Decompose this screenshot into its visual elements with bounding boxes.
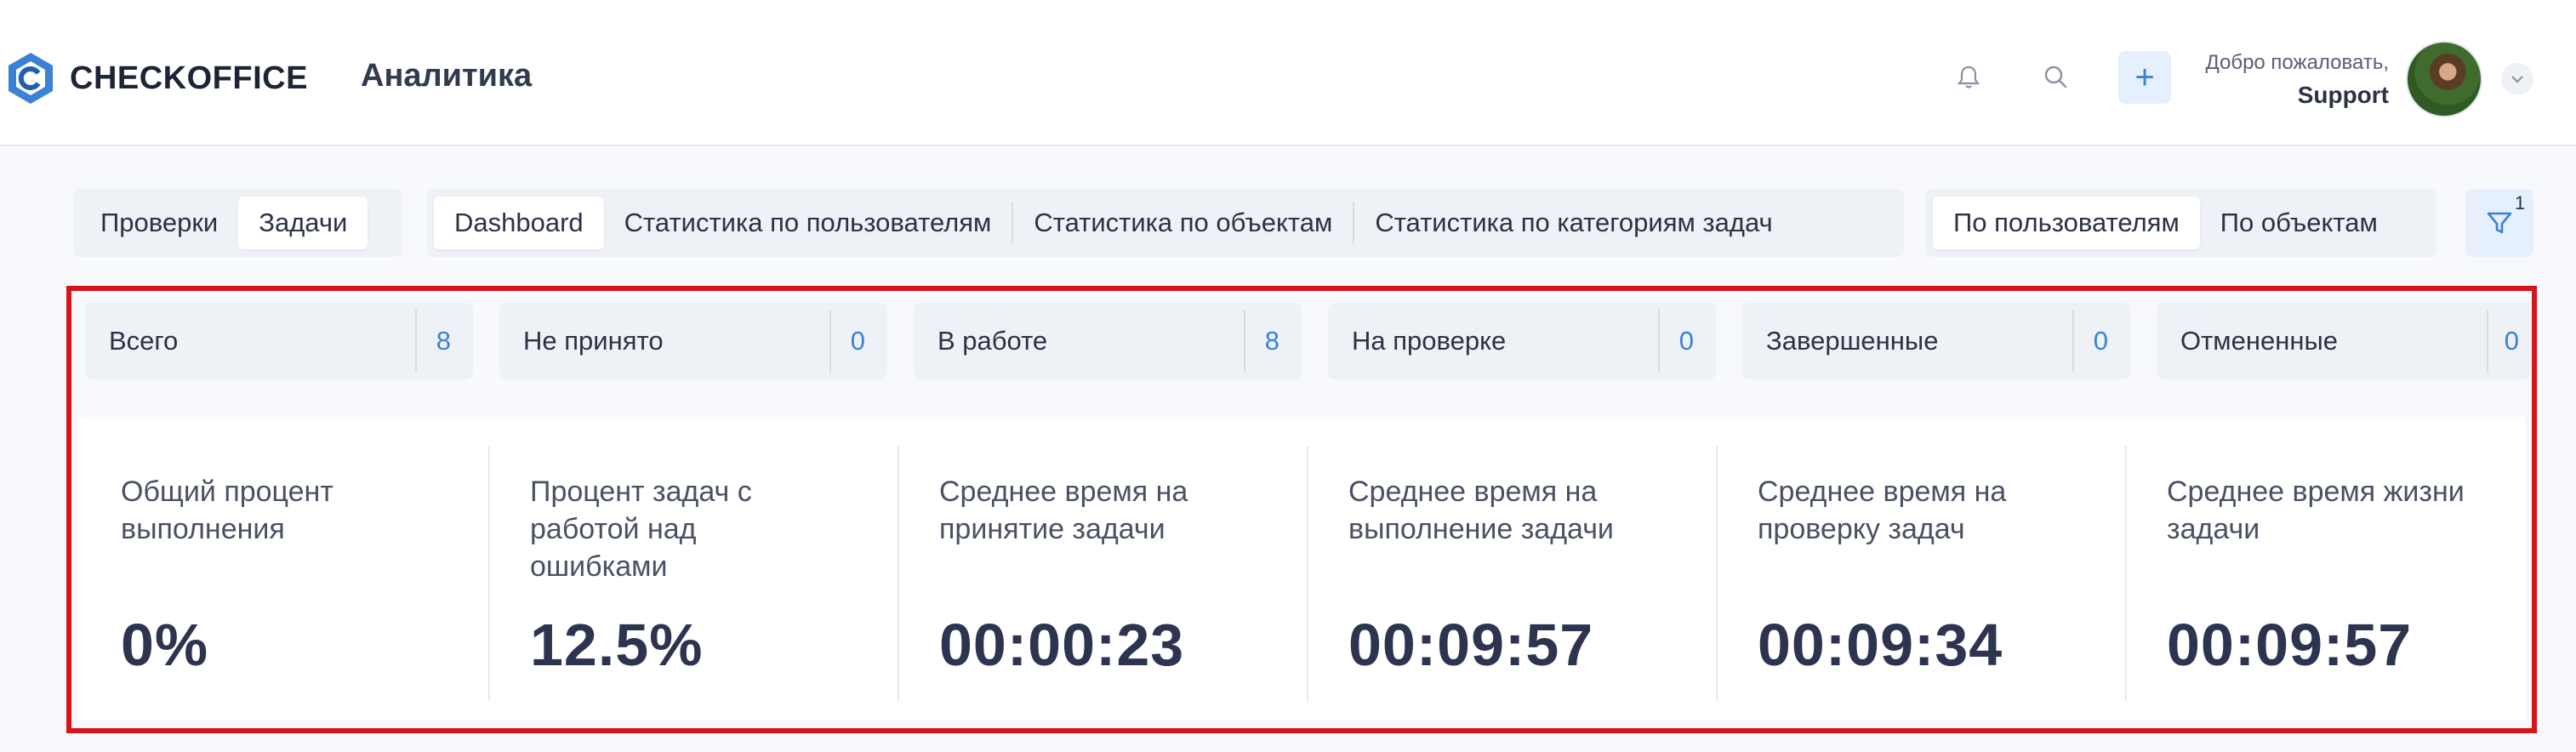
user-menu-toggle[interactable] — [2501, 63, 2533, 95]
kpi-label: Среднее время жизни задачи — [2167, 476, 2465, 545]
tab-stats-users[interactable]: Статистика по пользователям — [604, 197, 1012, 249]
status-card-cancelled[interactable]: Отмененные 0 — [2157, 303, 2531, 379]
kpi-divider — [898, 446, 899, 701]
status-card-on-review[interactable]: На проверке 0 — [1328, 303, 1716, 379]
stats-panel: Всего 8 Не принято 0 В работе 8 На прове… — [66, 286, 2537, 733]
search-icon[interactable] — [2040, 61, 2071, 92]
status-card-completed[interactable]: Завершенные 0 — [1742, 303, 2130, 379]
status-divider — [2487, 310, 2488, 373]
add-button[interactable]: + — [2118, 51, 2171, 104]
grouping-switch: По пользователям По объектам — [1926, 189, 2436, 257]
kpi-label: Среднее время на выполнение задачи — [1348, 476, 1614, 545]
plus-icon: + — [2134, 59, 2155, 96]
bell-icon[interactable] — [1953, 61, 1984, 92]
status-count: 8 — [1264, 326, 1279, 356]
tab-dashboard[interactable]: Dashboard — [434, 197, 604, 249]
status-count: 0 — [2093, 326, 2108, 356]
kpi-value: 0% — [121, 612, 209, 678]
kpi-value: 12.5% — [530, 612, 704, 678]
kpi-divider — [1307, 446, 1308, 701]
kpi-value: 00:09:34 — [1758, 612, 2003, 678]
status-divider — [829, 310, 831, 373]
kpi-divider — [488, 446, 490, 701]
kpi-value: 00:09:57 — [1348, 612, 1594, 678]
status-divider — [415, 310, 417, 373]
tab-tasks[interactable]: Задачи — [238, 197, 368, 249]
status-label: Всего — [109, 326, 179, 356]
status-count: 0 — [850, 326, 865, 356]
kpi-label: Среднее время на принятие задачи — [939, 476, 1188, 545]
status-label: Завершенные — [1766, 326, 1939, 356]
status-count: 0 — [1678, 326, 1694, 356]
kpi-divider — [2125, 446, 2127, 701]
logo-text: CHECKOFFICE — [70, 60, 308, 96]
user-name: Support — [2297, 82, 2389, 108]
welcome-block: Добро пожаловать, Support — [2205, 51, 2389, 109]
view-tabs: Dashboard Статистика по пользователям Ст… — [427, 189, 1904, 257]
mode-switch: Проверки Задачи — [73, 189, 402, 257]
kpi-area: Общий процент выполнения 0% Процент зада… — [78, 417, 2525, 720]
top-header: CHECKOFFICE Аналитика + Добро пожаловать… — [0, 0, 2576, 146]
status-card-not-accepted[interactable]: Не принято 0 — [499, 303, 887, 379]
kpi-value: 00:00:23 — [939, 612, 1185, 678]
tab-stats-categories[interactable]: Статистика по категориям задач — [1354, 197, 1792, 249]
status-card-in-progress[interactable]: В работе 8 — [914, 303, 1302, 379]
status-label: На проверке — [1352, 326, 1507, 356]
status-card-total[interactable]: Всего 8 — [85, 303, 473, 379]
tab-by-users[interactable]: По пользователям — [1933, 197, 2200, 249]
kpi-divider — [1716, 446, 1718, 701]
welcome-label: Добро пожаловать, — [2205, 51, 2389, 74]
status-count: 8 — [436, 326, 451, 356]
status-divider — [2072, 310, 2074, 373]
filter-count-badge: 1 — [2515, 192, 2526, 214]
status-label: Не принято — [523, 326, 664, 356]
kpi-label: Общий процент выполнения — [121, 476, 333, 545]
tab-stats-objects[interactable]: Статистика по объектам — [1013, 197, 1353, 249]
tab-by-objects[interactable]: По объектам — [2200, 197, 2398, 249]
filter-icon — [2487, 212, 2512, 234]
kpi-label: Процент задач с работой над ошибками — [530, 476, 752, 583]
kpi-value: 00:09:57 — [2167, 612, 2413, 678]
tab-inspections[interactable]: Проверки — [80, 197, 238, 249]
status-label: Отмененные — [2180, 326, 2338, 356]
kpi-label: Среднее время на проверку задач — [1758, 476, 2007, 545]
logo-icon — [9, 53, 53, 104]
chevron-down-icon — [2511, 76, 2523, 83]
status-divider — [1244, 310, 1245, 373]
page-title: Аналитика — [361, 58, 533, 94]
status-divider — [1658, 310, 1660, 373]
status-label: В работе — [938, 326, 1048, 356]
avatar[interactable] — [2406, 41, 2482, 117]
status-count: 0 — [2504, 326, 2519, 356]
app-logo[interactable]: CHECKOFFICE — [7, 51, 308, 105]
